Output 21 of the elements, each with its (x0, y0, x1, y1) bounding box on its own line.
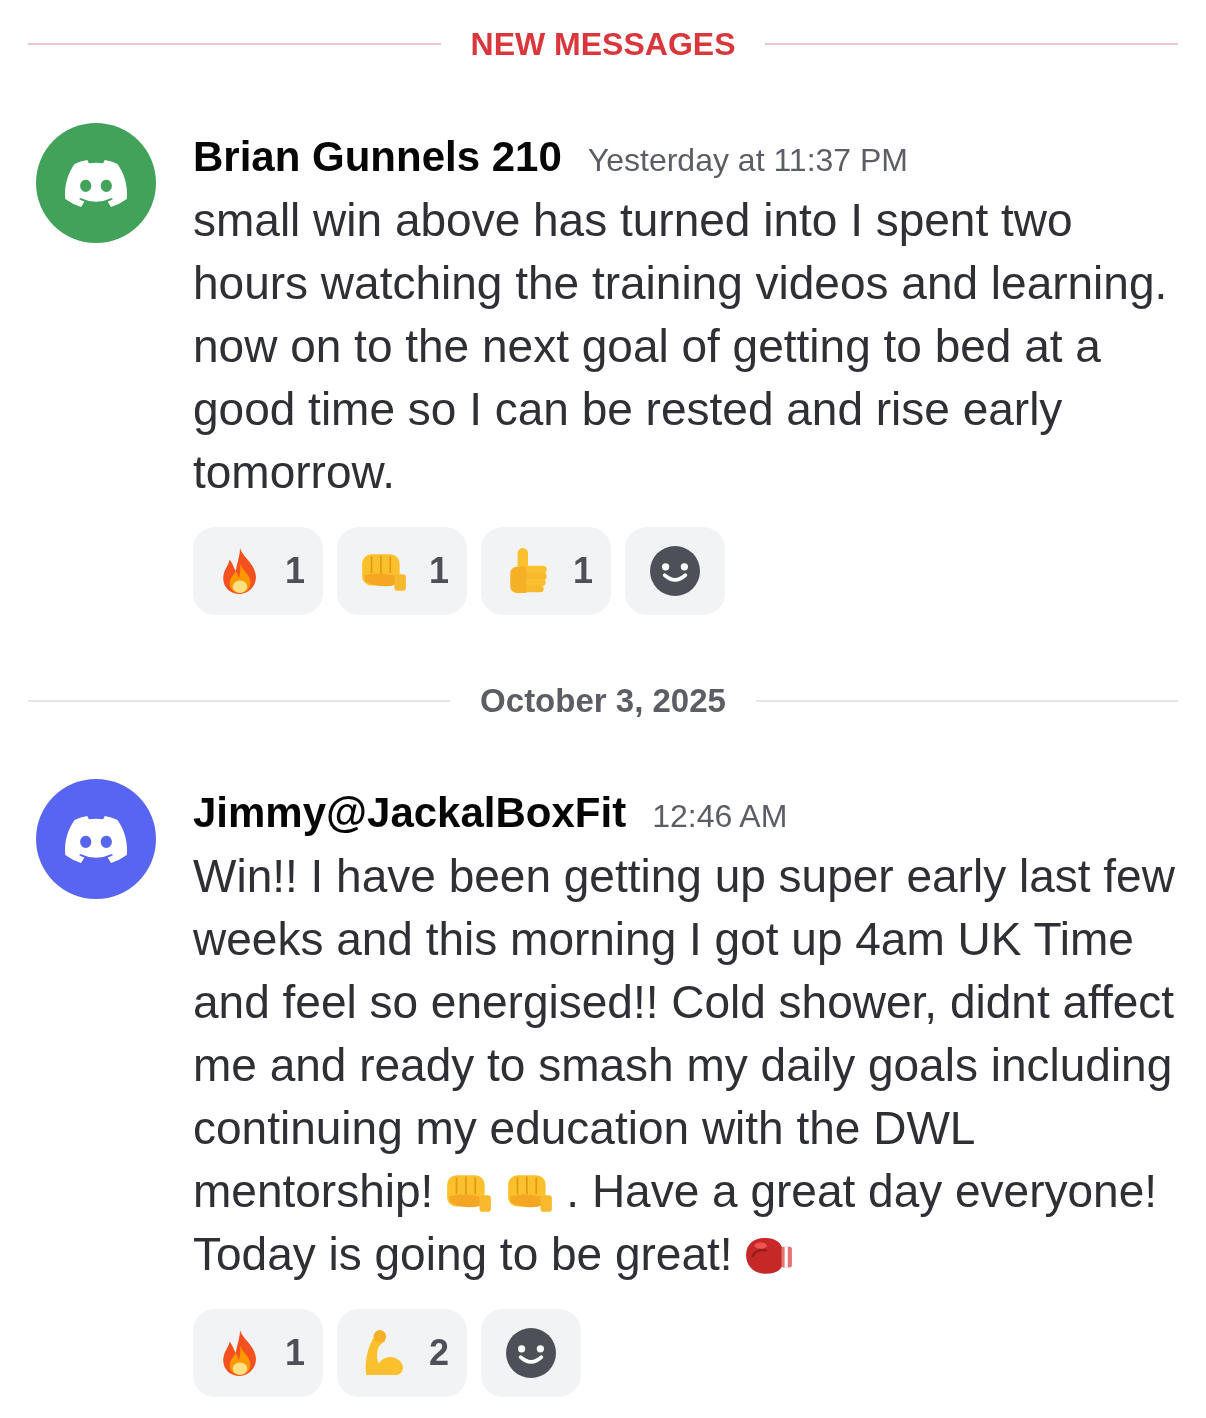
add-reaction-button[interactable] (481, 1309, 581, 1397)
timestamp: 12:46 AM (652, 797, 788, 836)
timestamp: Yesterday at 11:37 PM (587, 141, 908, 180)
logo-icon (65, 159, 127, 207)
message-text: small win above has turned into I spent two hours watching the training videos and learning. now on to the next goal of getting to bed at a good time so I can be rested and rise early tomorrow. (193, 193, 1169, 500)
reaction-button[interactable]: 1 (193, 1309, 323, 1397)
author-name[interactable]: Brian Gunnels 210 (193, 133, 562, 181)
reaction-button[interactable]: 1 (481, 527, 611, 615)
date-divider-label: October 3, 2025 (480, 681, 726, 722)
reaction-button[interactable]: 1 (193, 527, 323, 615)
logo-icon (65, 815, 127, 863)
message-text: mentorship! (193, 1164, 434, 1219)
reaction-button[interactable]: 2 (337, 1309, 467, 1397)
smiley-icon (506, 1328, 556, 1378)
message-text: Today is going to be great! (193, 1227, 733, 1282)
add-reaction-button[interactable] (625, 527, 725, 615)
new-messages-label: NEW MESSAGES (470, 25, 736, 64)
message-text: . Have a great day everyone! (566, 1164, 1158, 1219)
smiley-icon (650, 546, 700, 596)
author-name[interactable]: Jimmy@JackalBoxFit (193, 789, 627, 837)
reaction-button[interactable]: 1 (337, 527, 467, 615)
